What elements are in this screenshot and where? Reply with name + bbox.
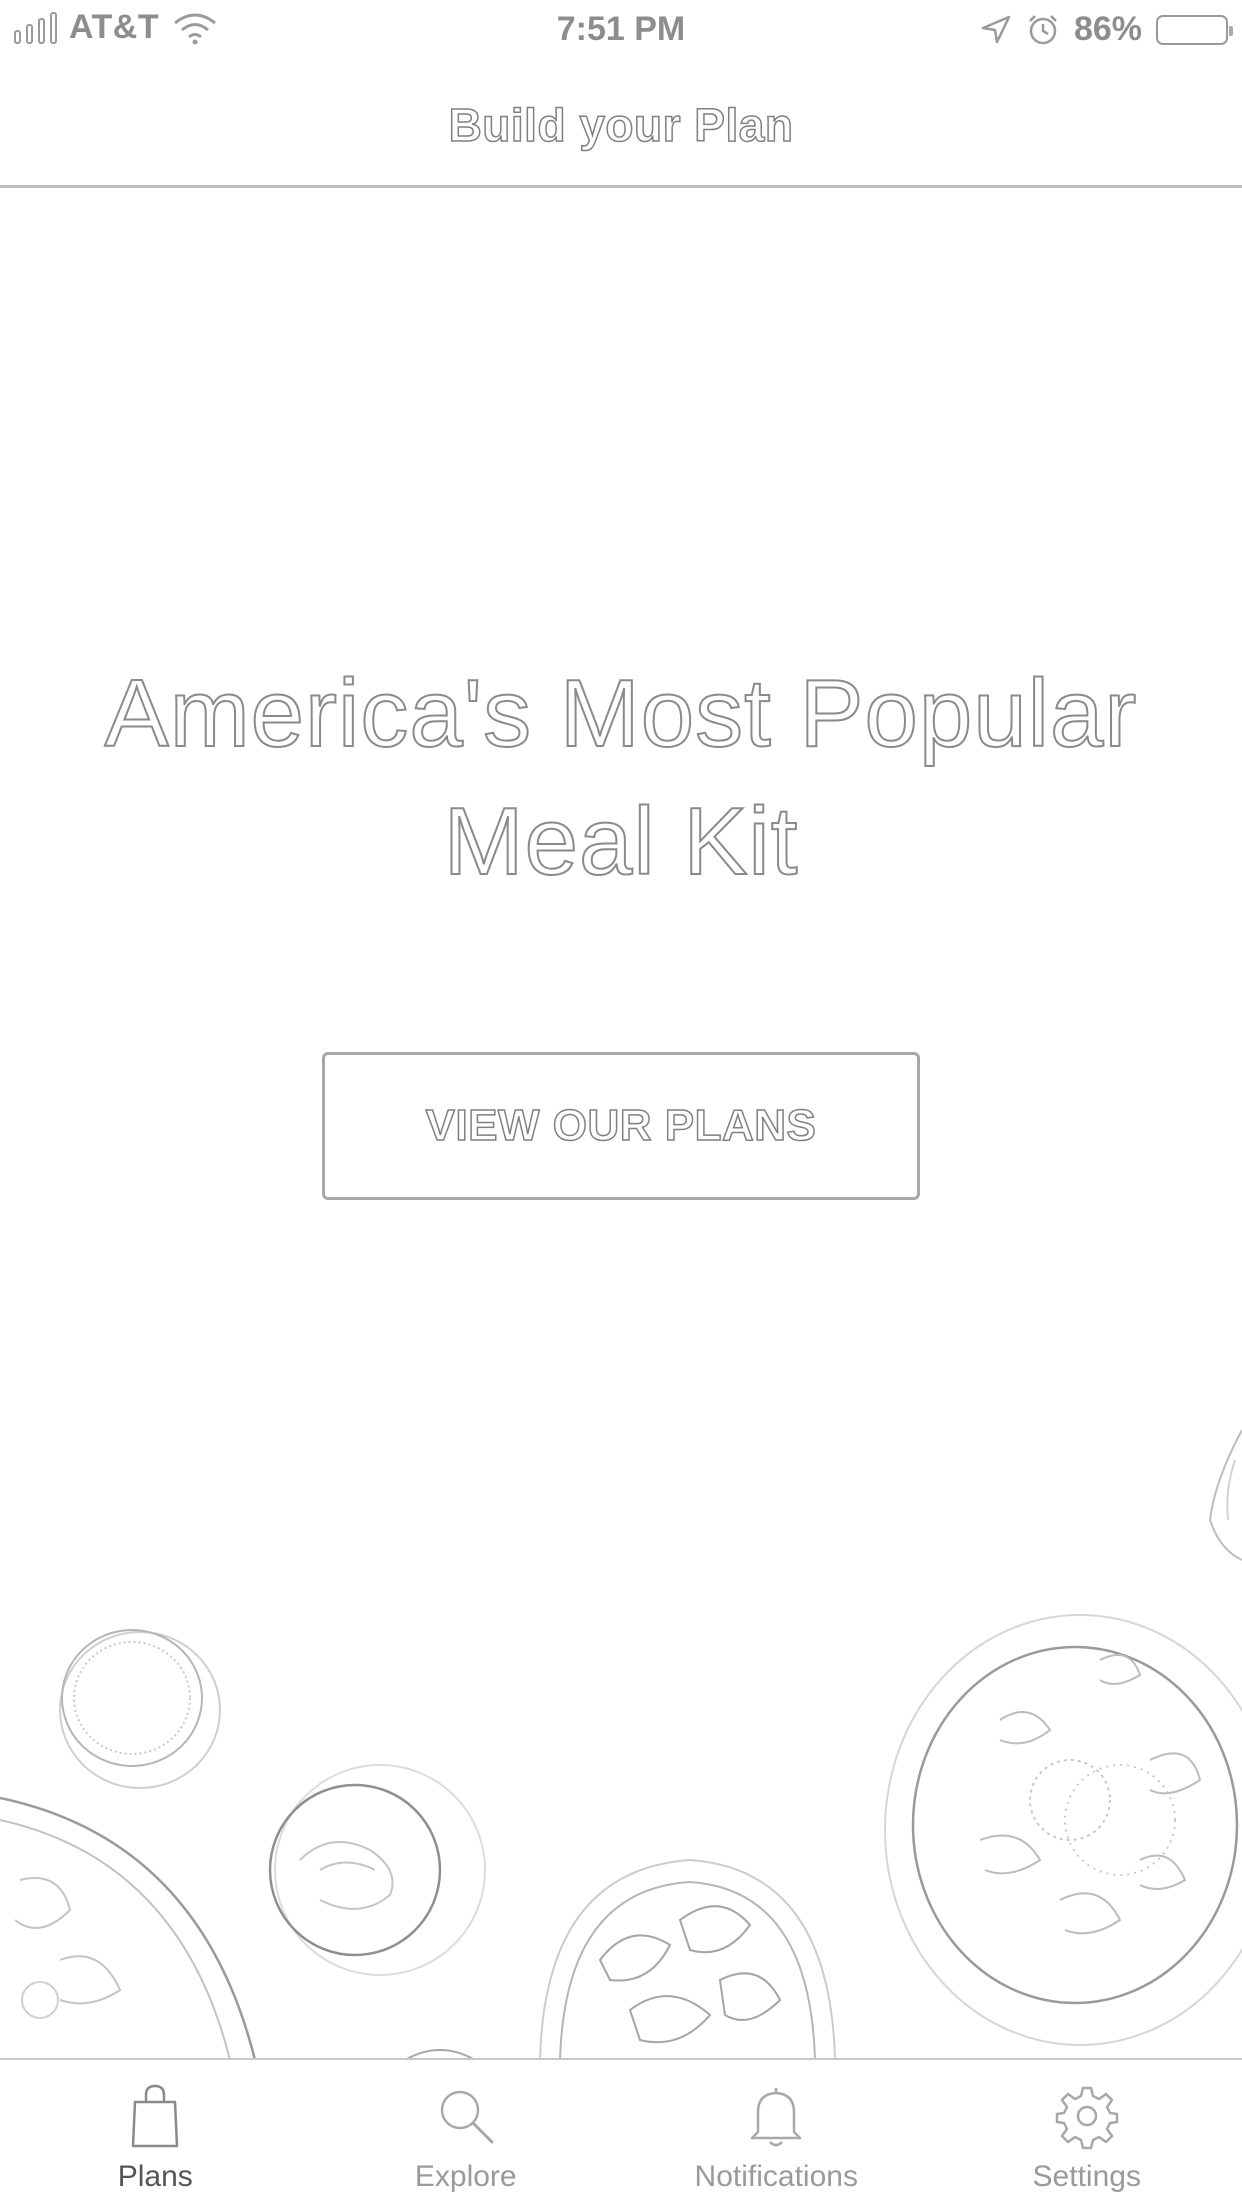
right-salad-bowl <box>884 1614 1242 2046</box>
gear-icon <box>1055 2086 1118 2150</box>
tab-settings-label: Settings <box>1032 2160 1141 2193</box>
bell-icon <box>751 2088 802 2147</box>
view-our-plans-button[interactable]: VIEW OUR PLANS <box>322 1052 920 1200</box>
status-bar-right: 86% <box>980 10 1233 49</box>
tab-plans-label: Plans <box>117 2160 193 2193</box>
food-bowls-image <box>0 1429 1242 2060</box>
tab-settings[interactable]: Settings <box>932 2060 1242 2208</box>
battery-icon <box>1156 14 1233 45</box>
spice-bowl <box>59 1629 221 1789</box>
status-bar: AT&T 7:51 PM 86% <box>0 0 1242 60</box>
page-title: Build your Plan <box>448 98 794 152</box>
nav-header: Build your Plan <box>0 60 1242 188</box>
view-our-plans-label: VIEW OUR PLANS <box>425 1100 817 1151</box>
bottle <box>1208 1429 1242 1561</box>
battery-percent: 86% <box>1073 10 1142 48</box>
shopping-bag-icon <box>132 2084 179 2148</box>
search-icon <box>440 2090 494 2144</box>
tab-explore-label: Explore <box>414 2160 517 2193</box>
glass-bowl <box>268 1764 486 1976</box>
left-salad-bowl <box>0 1796 257 2060</box>
hero-headline-line1: America's Most Popular <box>104 659 1138 768</box>
alarm-icon <box>1029 14 1057 44</box>
tab-explore[interactable]: Explore <box>311 2060 622 2208</box>
tab-notifications-label: Notifications <box>694 2160 858 2193</box>
tab-notifications[interactable]: Notifications <box>621 2060 932 2208</box>
hero-headline-line2: Meal Kit <box>443 787 799 896</box>
tab-plans[interactable]: Plans <box>0 2060 311 2208</box>
location-arrow-icon <box>981 15 1011 43</box>
lemon-bowl <box>539 1858 836 2060</box>
hero-headline: America's Most Popular Meal Kit <box>60 650 1182 906</box>
tab-bar: Plans Explore Notifications Settings <box>0 2058 1242 2208</box>
